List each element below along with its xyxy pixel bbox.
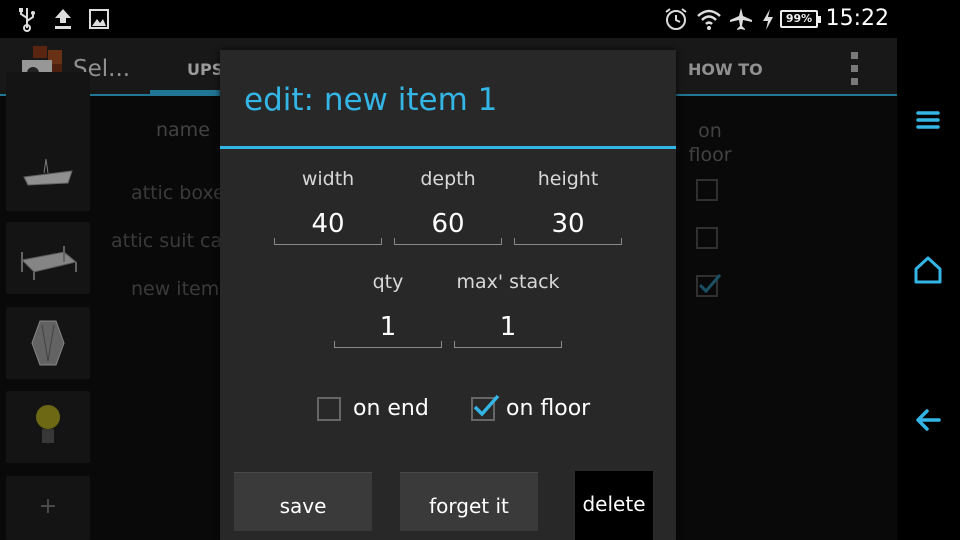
home-icon[interactable] [912, 254, 944, 286]
depth-field[interactable]: 60 [394, 204, 502, 245]
height-label: height [537, 168, 599, 190]
height-field[interactable]: 30 [514, 204, 622, 245]
back-icon[interactable] [913, 406, 943, 434]
save-button[interactable]: save [234, 472, 372, 531]
check-icon [473, 394, 500, 417]
qty-field[interactable]: 1 [334, 307, 442, 348]
airplane-icon [730, 8, 752, 30]
alarm-clock-icon [665, 8, 687, 30]
status-bar: 99% 15:22 [0, 0, 897, 38]
image-icon [89, 9, 109, 29]
on-end-label: on end [353, 396, 429, 421]
usb-icon [19, 8, 35, 32]
on-floor-label: on floor [506, 396, 591, 421]
max-stack-label: max' stack [456, 271, 560, 293]
on-end-checkbox[interactable] [317, 397, 341, 421]
max-stack-field[interactable]: 1 [454, 307, 562, 348]
forget-it-button[interactable]: forget it [400, 472, 538, 531]
dialog-title-divider [220, 146, 676, 149]
battery-indicator: 99% [780, 10, 821, 28]
width-field[interactable]: 40 [274, 204, 382, 245]
dialog-title: edit: new item 1 [244, 82, 498, 118]
delete-button[interactable]: delete [575, 471, 653, 540]
width-label: width [301, 168, 355, 190]
charging-icon [763, 9, 773, 30]
wifi-icon [697, 9, 721, 30]
depth-label: depth [420, 168, 476, 190]
edit-item-dialog: edit: new item 1 width 40 depth 60 heigh… [220, 50, 676, 540]
navigation-bar [897, 0, 960, 540]
on-floor-checkbox[interactable] [471, 394, 500, 421]
menu-icon[interactable] [914, 106, 942, 134]
status-clock: 15:22 [825, 6, 889, 31]
qty-label: qty [372, 271, 404, 293]
upload-icon [55, 9, 71, 29]
